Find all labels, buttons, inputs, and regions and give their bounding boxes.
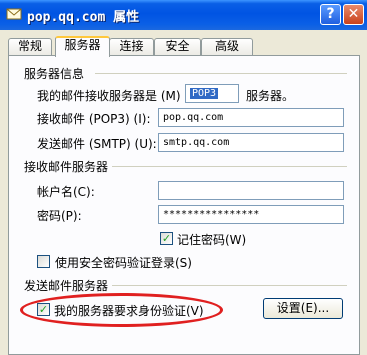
checkmark-icon: ✓ — [161, 232, 172, 245]
auth-required-label: 我的服务器要求身份验证(V) — [54, 304, 204, 318]
tab-label: 服务器 — [64, 38, 101, 52]
tab-security[interactable]: 安全 — [154, 38, 201, 55]
section-divider — [112, 285, 347, 286]
properties-dialog: pop.qq.com 属性 ? ✕ 常规 服务器 连接 安全 高级 服务器信息 … — [0, 0, 367, 355]
spa-label: 使用安全密码验证登录(S) — [55, 256, 192, 270]
tab-label: 连接 — [119, 39, 144, 53]
tab-connection[interactable]: 连接 — [109, 38, 154, 55]
server-info-heading: 服务器信息 — [24, 67, 85, 81]
incoming-server-heading: 接收邮件服务器 — [24, 160, 109, 174]
smtp-server-input[interactable]: smtp.qq.com — [158, 133, 344, 152]
password-label: 密码(P): — [37, 209, 82, 223]
auth-required-checkbox[interactable]: ✓ — [37, 303, 50, 316]
incoming-type-field[interactable]: POP3 — [185, 84, 239, 103]
pop3-server-input[interactable]: pop.qq.com — [158, 108, 344, 127]
tab-general[interactable]: 常规 — [8, 38, 52, 55]
help-button[interactable]: ? — [320, 4, 341, 25]
tab-label: 高级 — [214, 39, 239, 53]
close-icon: ✕ — [347, 6, 360, 22]
settings-button-label: 设置(E)... — [276, 301, 330, 315]
help-icon: ? — [326, 6, 335, 22]
close-button[interactable]: ✕ — [343, 4, 364, 25]
incoming-type-suffix: 服务器。 — [246, 89, 295, 103]
tab-label: 安全 — [165, 39, 190, 53]
password-input[interactable]: **************** — [158, 205, 344, 224]
remember-password-checkbox[interactable]: ✓ — [160, 232, 173, 245]
account-name-input[interactable] — [158, 181, 344, 200]
section-divider — [95, 73, 347, 74]
tab-label: 常规 — [17, 39, 42, 53]
smtp-label: 发送邮件 (SMTP) (U): — [37, 137, 157, 151]
account-label: 帐户名(C): — [37, 185, 95, 199]
settings-button[interactable]: 设置(E)... — [263, 298, 343, 319]
incoming-type-value: POP3 — [190, 88, 219, 99]
spa-checkbox[interactable] — [37, 255, 50, 268]
title-bar[interactable]: pop.qq.com 属性 ? ✕ — [0, 0, 367, 30]
tab-advanced[interactable]: 高级 — [201, 38, 253, 55]
section-divider — [112, 166, 347, 167]
incoming-type-label: 我的邮件接收服务器是 (M) — [37, 89, 181, 103]
envelope-icon — [6, 8, 22, 20]
checkmark-icon: ✓ — [38, 303, 49, 316]
window-title: pop.qq.com 属性 — [27, 10, 140, 25]
pop3-label: 接收邮件 (POP3) (I): — [37, 112, 151, 126]
remember-password-label: 记住密码(W) — [177, 233, 247, 247]
tab-servers[interactable]: 服务器 — [55, 36, 110, 57]
outgoing-server-heading: 发送邮件服务器 — [24, 279, 109, 293]
